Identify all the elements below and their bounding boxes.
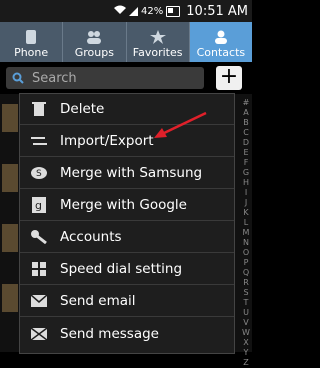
signal-icon [129, 6, 139, 16]
alphabet-index[interactable]: # A B C D E F G H I J K L M N O P Q R S T U V W X Y Z [240, 98, 252, 368]
key-icon [30, 229, 48, 245]
alphabet-letter[interactable]: V [240, 318, 252, 328]
alphabet-letter[interactable]: U [240, 308, 252, 318]
alphabet-letter[interactable]: A [240, 108, 252, 118]
menu-item-accounts[interactable]: Accounts [20, 222, 234, 253]
tab-phone[interactable]: Phone [0, 22, 64, 62]
contact-photo [2, 224, 18, 252]
wifi-icon [114, 5, 127, 17]
alphabet-letter[interactable]: D [240, 138, 252, 148]
menu-item-send-email[interactable]: Send email [20, 286, 234, 317]
alphabet-letter[interactable]: B [240, 118, 252, 128]
import-export-icon [30, 133, 48, 149]
samsung-icon: S [30, 165, 48, 181]
contact-icon [214, 30, 227, 44]
menu-item-label: Merge with Samsung [60, 165, 203, 181]
search-row: Search + [0, 62, 252, 94]
svg-text:g: g [35, 199, 42, 212]
email-icon [30, 293, 48, 309]
tab-bar: Phone Groups Favorites Contacts [0, 22, 252, 62]
menu-item-label: Import/Export [60, 133, 154, 149]
alphabet-letter[interactable]: L [240, 218, 252, 228]
contact-photo [2, 284, 18, 312]
alphabet-letter[interactable]: N [240, 238, 252, 248]
battery-percent: 42% [141, 5, 164, 17]
alphabet-letter[interactable]: # [240, 98, 252, 108]
alphabet-letter[interactable]: J [240, 198, 252, 208]
status-bar: 42% 10:51 AM [0, 0, 252, 22]
tab-label: Groups [74, 46, 114, 59]
alphabet-letter[interactable]: O [240, 248, 252, 258]
add-contact-button[interactable]: + [216, 66, 242, 90]
alphabet-letter[interactable]: S [240, 288, 252, 298]
search-input[interactable]: Search [6, 67, 204, 89]
alphabet-letter[interactable]: W [240, 328, 252, 338]
alphabet-letter[interactable]: Z [240, 358, 252, 368]
alphabet-letter[interactable]: Q [240, 268, 252, 278]
phone-icon [26, 30, 37, 44]
alphabet-letter[interactable]: I [240, 188, 252, 198]
menu-item-label: Delete [60, 101, 105, 117]
alphabet-letter[interactable]: C [240, 128, 252, 138]
google-icon: g [30, 197, 48, 213]
speed-dial-icon [30, 261, 48, 277]
menu-item-label: Send email [60, 293, 136, 309]
message-icon [30, 326, 48, 342]
alphabet-letter[interactable]: G [240, 168, 252, 178]
alphabet-letter[interactable]: F [240, 158, 252, 168]
trash-icon [30, 101, 48, 117]
menu-item-send-message[interactable]: Send message [20, 318, 234, 349]
groups-icon [87, 31, 102, 44]
alphabet-letter[interactable]: R [240, 278, 252, 288]
alphabet-letter[interactable]: E [240, 148, 252, 158]
menu-item-merge-google[interactable]: g Merge with Google [20, 190, 234, 221]
annotation-arrow [154, 111, 207, 138]
menu-item-label: Send message [60, 325, 159, 342]
contact-photo [2, 164, 18, 192]
menu-item-label: Accounts [60, 229, 122, 245]
tab-contacts[interactable]: Contacts [189, 22, 252, 62]
battery-icon [166, 5, 181, 17]
menu-item-speed-dial[interactable]: Speed dial setting [20, 254, 234, 285]
menu-item-label: Speed dial setting [60, 261, 183, 277]
tab-label: Phone [14, 46, 49, 59]
tab-groups[interactable]: Groups [63, 22, 127, 62]
alphabet-letter[interactable]: T [240, 298, 252, 308]
tab-favorites[interactable]: Favorites [127, 22, 190, 62]
clock: 10:51 AM [186, 3, 248, 19]
search-placeholder: Search [32, 70, 77, 86]
contact-photo [2, 104, 18, 132]
star-icon [149, 30, 166, 44]
tab-label: Contacts [196, 46, 246, 59]
alphabet-letter[interactable]: X [240, 338, 252, 348]
search-icon [12, 72, 24, 84]
menu-item-merge-samsung[interactable]: S Merge with Samsung [20, 158, 234, 189]
alphabet-letter[interactable]: M [240, 228, 252, 238]
alphabet-letter[interactable]: K [240, 208, 252, 218]
alphabet-letter[interactable]: P [240, 258, 252, 268]
menu-item-label: Merge with Google [60, 197, 187, 213]
alphabet-letter[interactable]: H [240, 178, 252, 188]
svg-text:S: S [36, 169, 42, 179]
alphabet-letter[interactable]: Y [240, 348, 252, 358]
tab-label: Favorites [132, 46, 183, 59]
